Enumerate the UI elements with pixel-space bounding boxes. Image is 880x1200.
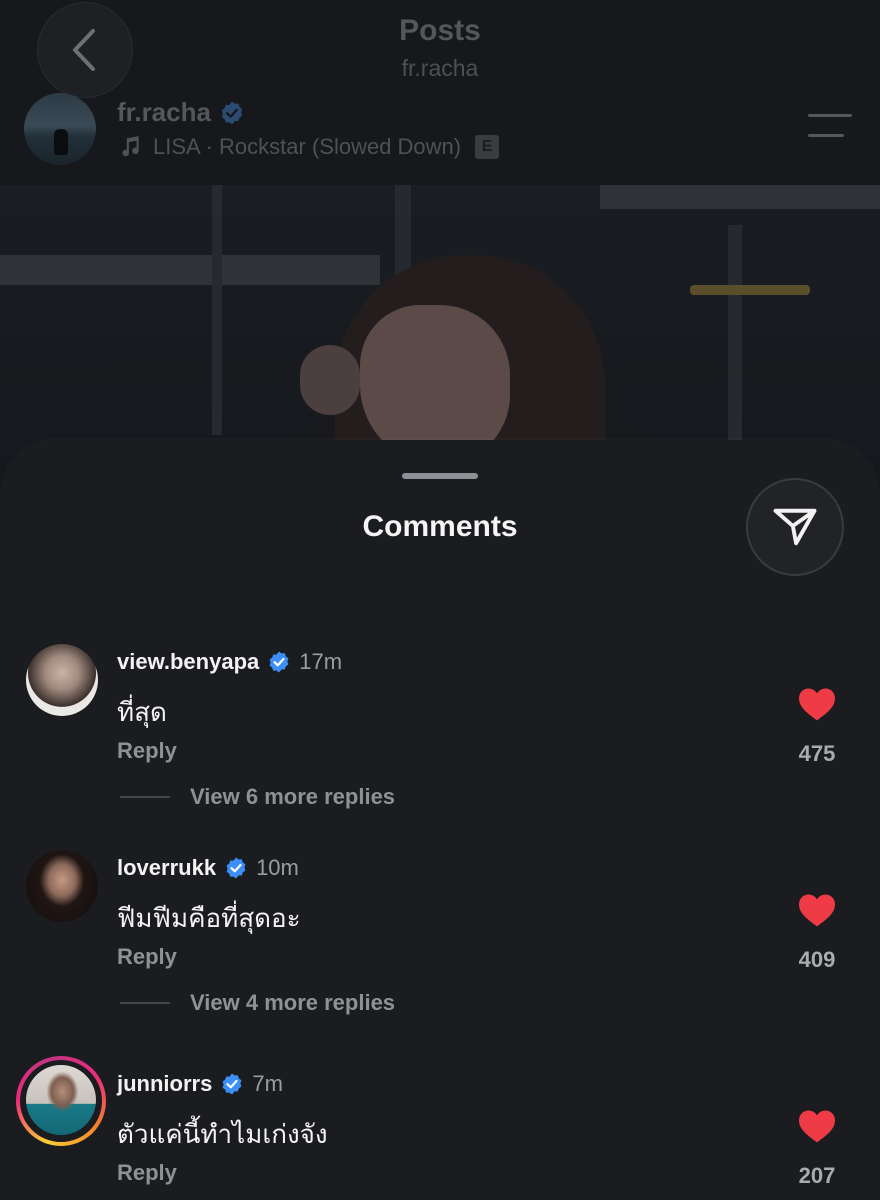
comment-header: junniorrs 7m [117,1071,283,1097]
like-count: 409 [798,947,836,972]
stage-truss [600,185,880,209]
send-icon [773,508,817,546]
reply-button[interactable]: Reply [117,944,177,970]
comments-sheet: Comments view.benyapa 17m ที่สุด Reply 4… [0,440,880,1200]
music-track-title: LISA · Rockstar (Slowed Down) [153,134,462,159]
replies-divider [120,796,170,798]
music-track[interactable]: LISA · Rockstar (Slowed Down) E [117,134,500,160]
heart-icon[interactable] [797,892,837,928]
poster-username: fr.racha [117,97,211,127]
menu-line [808,134,844,137]
photo-subject-hand [300,345,360,415]
cat-silhouette [54,129,68,155]
page-title: Posts [399,14,481,47]
commenter-avatar[interactable] [26,644,98,716]
menu-line [808,114,852,117]
page-subtitle: fr.racha [401,55,479,81]
heart-icon[interactable] [797,686,837,722]
commenter-avatar[interactable] [26,1065,96,1135]
comment-text: ที่สุด [117,698,167,728]
commenter-username[interactable]: junniorrs [117,1071,212,1097]
stage-pole [728,225,742,465]
stage-pole [212,185,222,435]
verified-badge-icon [221,101,243,124]
stage-light [690,285,810,295]
stage-truss [0,255,380,285]
comment-text: ฟีมฟีมคือที่สุดอะ [117,904,301,934]
commenter-username[interactable]: view.benyapa [117,649,259,675]
poster-username-row[interactable]: fr.racha [117,97,245,128]
view-more-replies[interactable]: View 4 more replies [120,990,395,1016]
share-button[interactable] [746,478,844,576]
heart-icon[interactable] [797,1108,837,1144]
sheet-grabber[interactable] [402,473,478,479]
explicit-badge: E [475,135,500,159]
menu-icon[interactable] [808,114,852,140]
like-count: 207 [798,1163,836,1188]
comment-time: 7m [252,1071,283,1096]
view-more-replies-label: View 4 more replies [190,990,396,1015]
view-more-replies[interactable]: View 6 more replies [120,784,395,810]
comment-time: 17m [299,649,343,674]
view-more-replies-label: View 6 more replies [190,784,396,809]
replies-divider [120,1002,170,1004]
music-note-icon [122,136,139,157]
comment-time: 10m [256,855,299,880]
comment-text: ตัวแค่นี้ทำไมเก่งจัง [117,1120,328,1150]
verified-badge-icon [222,1073,242,1095]
commenter-username[interactable]: loverrukk [117,855,216,881]
comment-header: view.benyapa 17m [117,649,342,675]
verified-badge-icon [269,651,289,673]
post-header: Posts fr.racha fr.racha LISA · Rockstar … [0,0,880,185]
poster-avatar[interactable] [24,93,96,165]
reply-button[interactable]: Reply [117,1160,177,1186]
comment-header: loverrukk 10m [117,855,299,881]
commenter-avatar[interactable] [26,850,98,922]
verified-badge-icon [226,857,246,879]
like-count: 475 [798,741,836,766]
reply-button[interactable]: Reply [117,738,177,764]
